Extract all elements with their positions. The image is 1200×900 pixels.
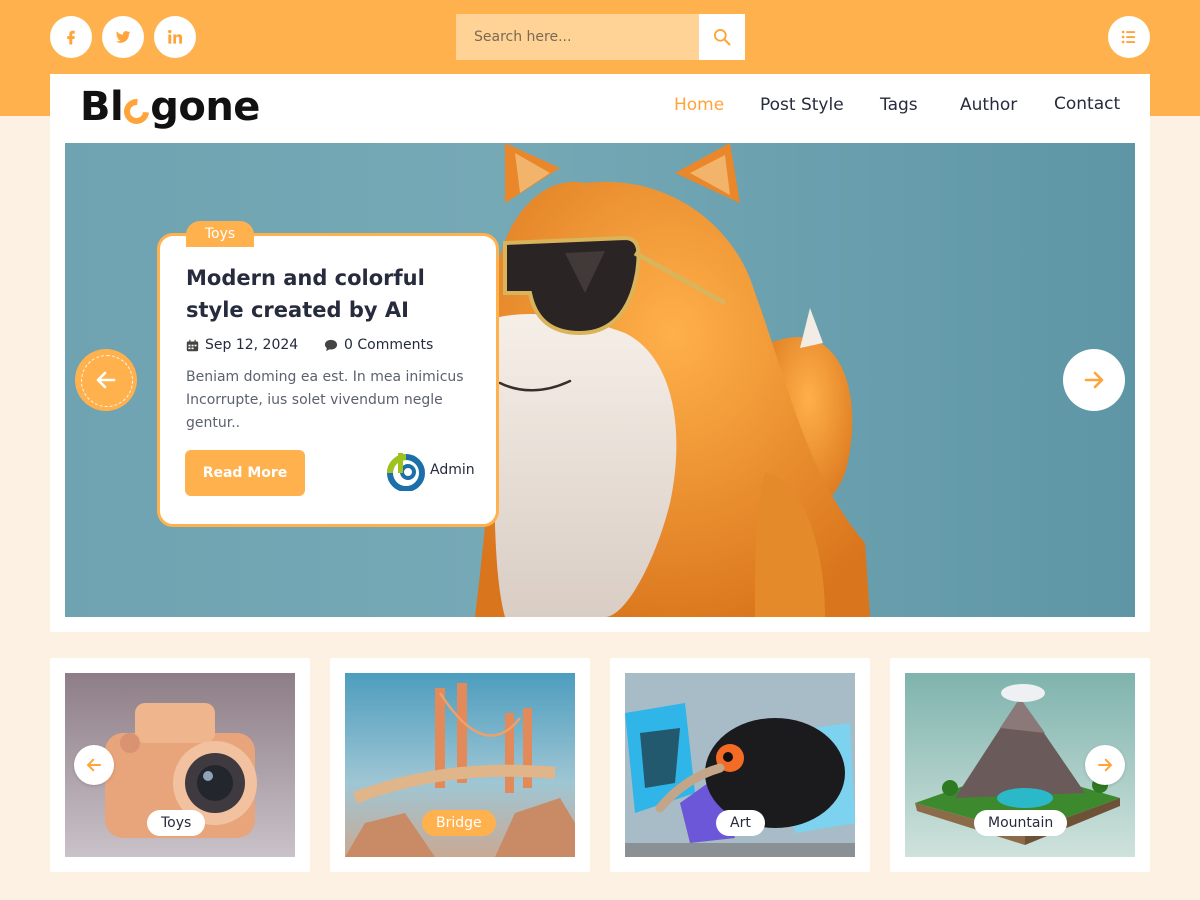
logo-text-start: Bl: [80, 84, 124, 130]
arrow-right-icon: [1084, 371, 1104, 389]
arrow-left-icon: [87, 758, 101, 772]
linkedin-button[interactable]: [154, 16, 196, 58]
list-icon: [1121, 30, 1136, 44]
nav-contact[interactable]: Contact: [1054, 94, 1120, 120]
arrow-left-icon: [96, 371, 116, 389]
comment-icon: [324, 339, 338, 351]
nav-author[interactable]: Author: [960, 95, 1017, 121]
post-category-badge[interactable]: Toys: [186, 221, 254, 247]
hero-prev-button[interactable]: [75, 349, 137, 411]
category-label-art[interactable]: Art: [716, 810, 765, 836]
post-comments[interactable]: 0 Comments: [324, 337, 433, 353]
category-card-art[interactable]: Art: [610, 658, 870, 872]
twitter-button[interactable]: [102, 16, 144, 58]
read-more-button[interactable]: Read More: [185, 450, 305, 496]
nav-post-style[interactable]: Post Style: [760, 95, 844, 121]
category-label-bridge[interactable]: Bridge: [422, 810, 496, 836]
linkedin-icon: [168, 29, 183, 44]
post-title[interactable]: Modern and colorful style created by AI: [186, 262, 486, 326]
nav-tags[interactable]: Tags: [880, 95, 918, 121]
twitter-icon: [115, 31, 131, 43]
post-excerpt: Beniam doming ea est. In mea inimicus In…: [186, 369, 464, 431]
category-prev-button[interactable]: [74, 745, 114, 785]
calendar-icon: [186, 339, 199, 351]
search-input[interactable]: [456, 14, 699, 60]
facebook-icon: [67, 30, 75, 45]
author-avatar[interactable]: [386, 451, 426, 491]
search-icon: [714, 29, 731, 46]
nav-home[interactable]: Home: [674, 95, 724, 121]
logo-o-icon: [119, 93, 155, 129]
arrow-right-icon: [1098, 758, 1112, 772]
search-bar: [456, 14, 745, 60]
hero-next-button[interactable]: [1063, 349, 1125, 411]
site-logo[interactable]: Bl gone: [80, 82, 260, 132]
facebook-button[interactable]: [50, 16, 92, 58]
post-date-text: Sep 12, 2024: [205, 337, 299, 353]
category-label-toys[interactable]: Toys: [147, 810, 206, 836]
post-date: Sep 12, 2024: [186, 337, 298, 353]
menu-button[interactable]: [1108, 16, 1150, 58]
logo-text-end: gone: [150, 84, 260, 130]
author-name[interactable]: Admin: [430, 462, 475, 478]
category-label-mountain[interactable]: Mountain: [974, 810, 1068, 836]
category-next-button[interactable]: [1085, 745, 1125, 785]
category-card-bridge[interactable]: Bridge: [330, 658, 590, 872]
search-button[interactable]: [699, 14, 745, 60]
post-comments-text: 0 Comments: [344, 337, 434, 353]
